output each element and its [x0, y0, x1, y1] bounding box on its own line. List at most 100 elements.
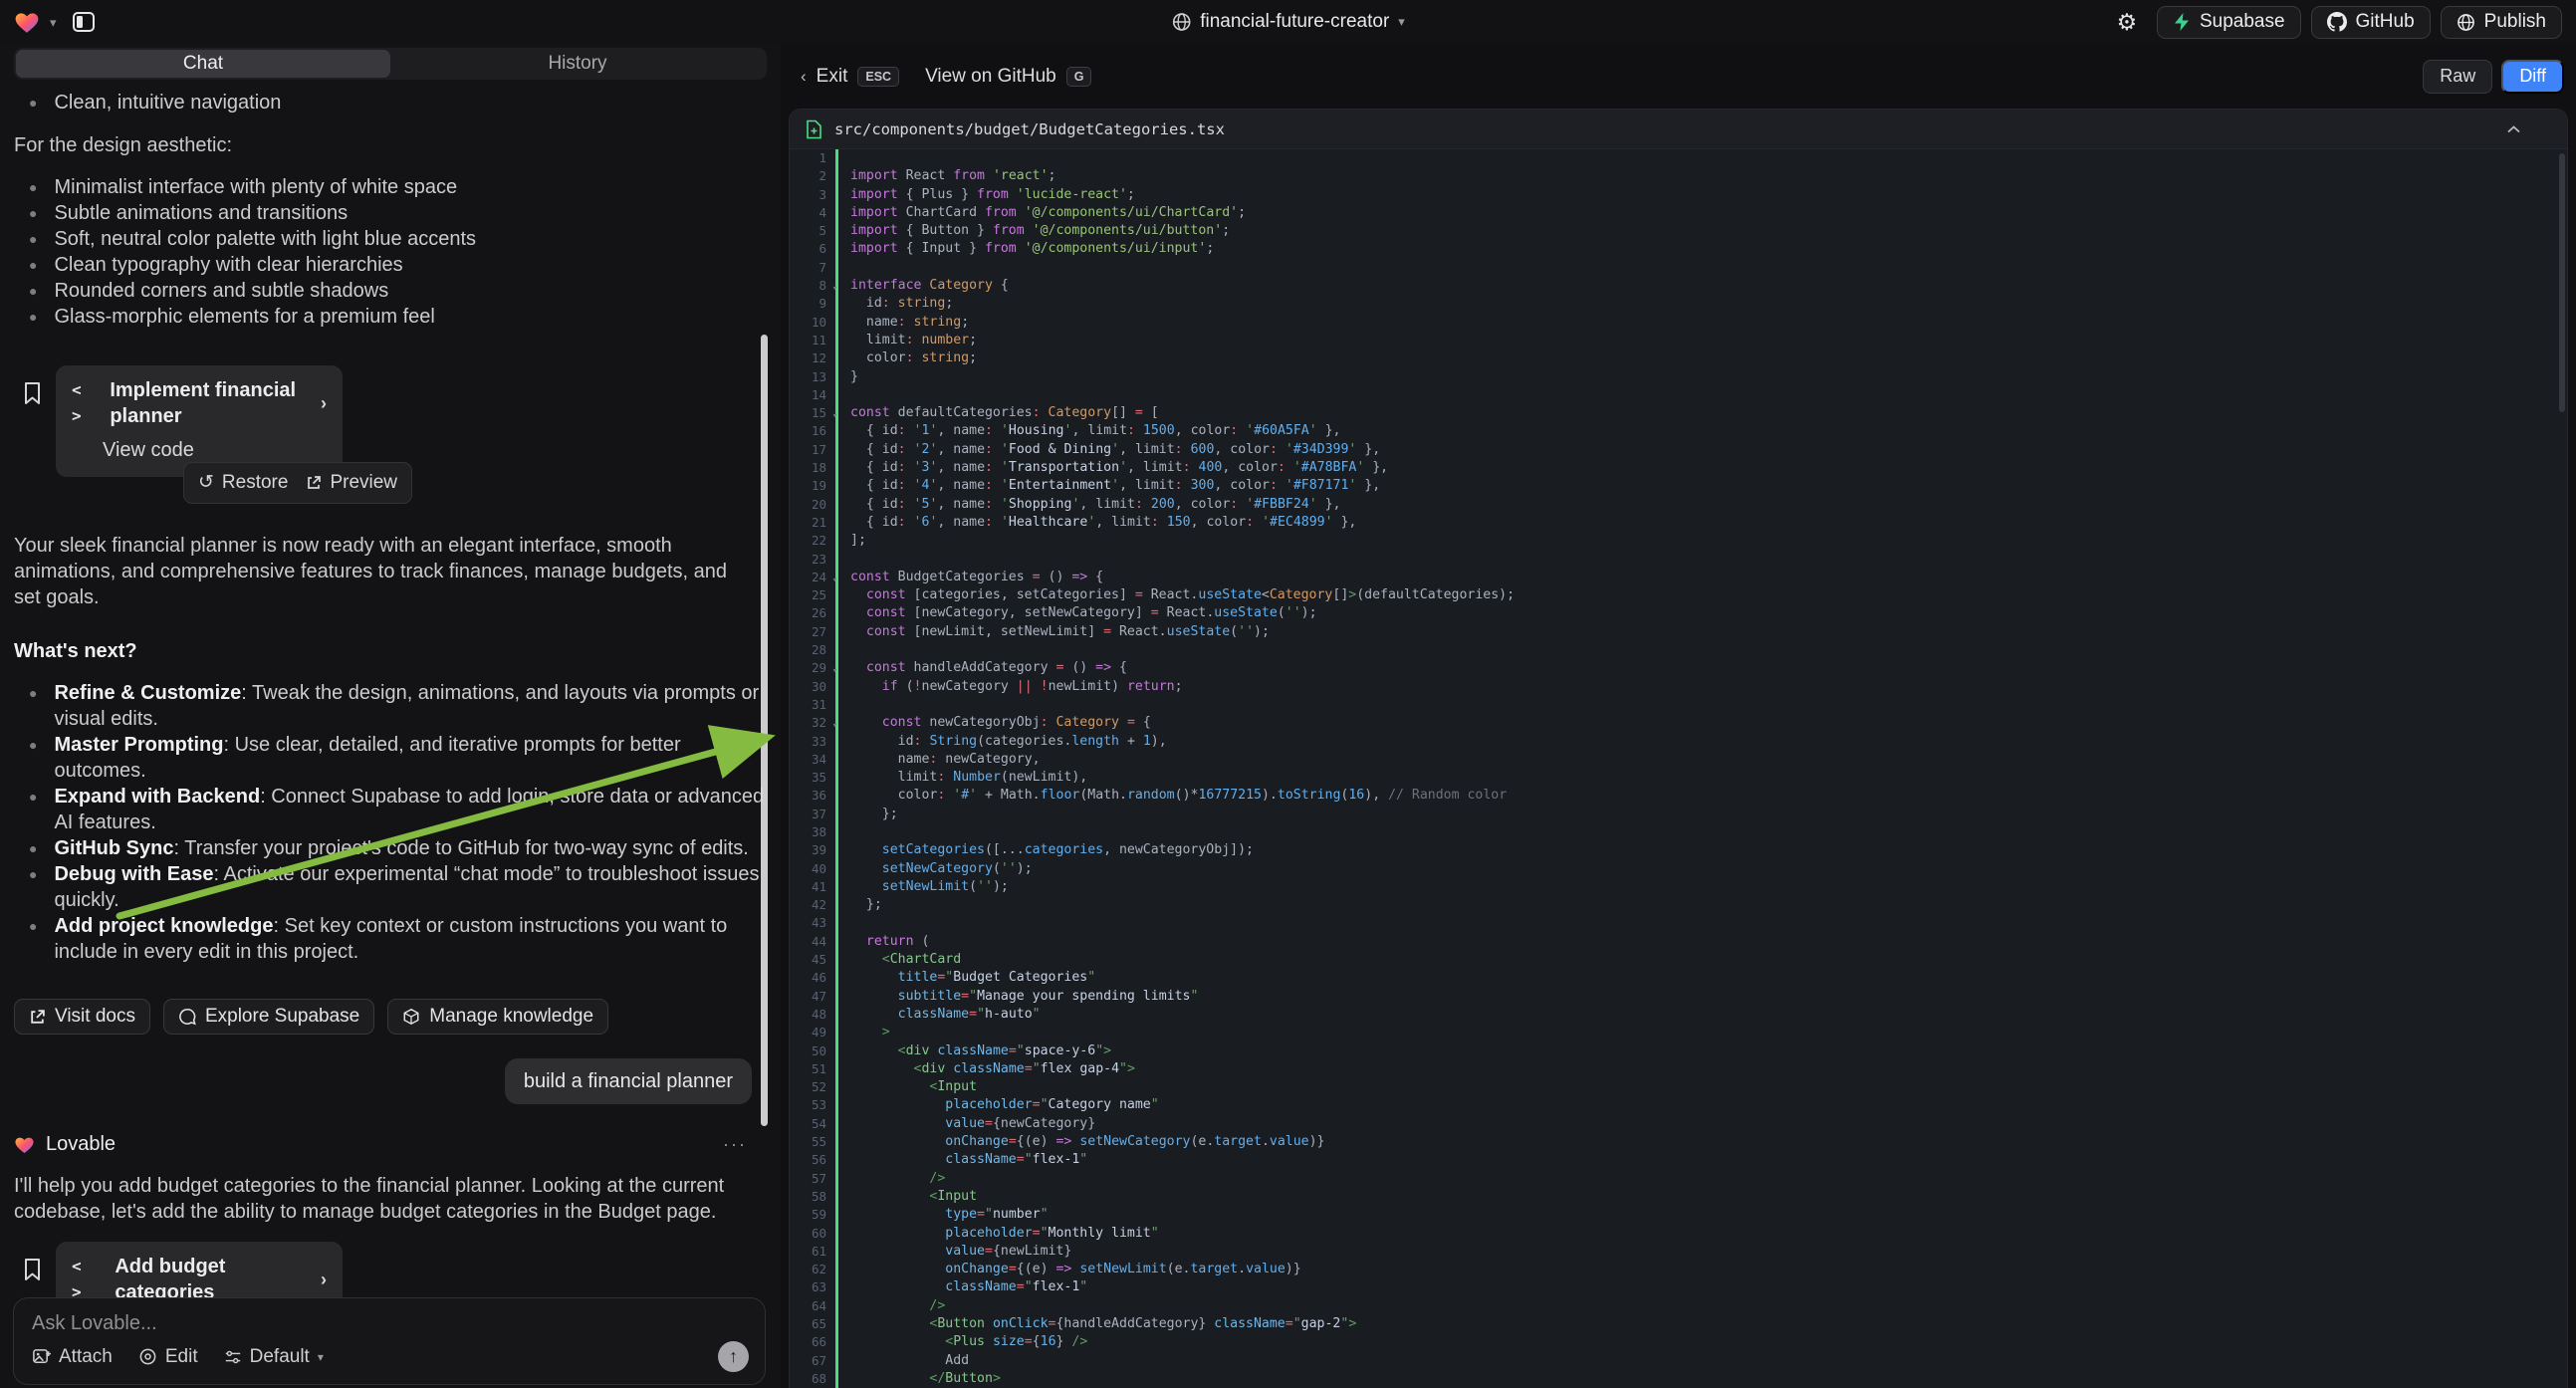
- restore-button[interactable]: ↺ Restore: [198, 470, 288, 496]
- publish-button[interactable]: Publish: [2441, 6, 2562, 39]
- code-line: };: [850, 806, 2567, 823]
- gear-icon: ⚙: [2117, 9, 2138, 36]
- line-number: 51: [790, 1060, 826, 1078]
- attach-button[interactable]: Attach: [32, 1346, 113, 1368]
- line-number: 47: [790, 988, 826, 1006]
- top-bar: ▾ financial-future-creator ▾ ⚙: [0, 0, 2576, 44]
- line-number: 52: [790, 1078, 826, 1096]
- line-number: 15▾: [790, 404, 826, 422]
- code-line: <div className="flex gap-4">: [850, 1060, 2567, 1078]
- code-line: const [categories, setCategories] = Reac…: [850, 586, 2567, 604]
- line-number: 34: [790, 751, 826, 769]
- send-button[interactable]: ↑: [718, 1341, 749, 1372]
- code-line: value={newCategory}: [850, 1115, 2567, 1133]
- code-scrollbar[interactable]: [2559, 153, 2565, 412]
- code-panel: ‹ Exit ESC View on GitHub G Raw Diff: [781, 44, 2576, 1388]
- line-number: 61: [790, 1243, 826, 1261]
- collapse-file-button[interactable]: [2506, 124, 2521, 134]
- code-line: id: String(categories.length + 1),: [850, 733, 2567, 751]
- edit-button[interactable]: Edit: [138, 1346, 198, 1368]
- lovable-heart-icon: [14, 1135, 35, 1154]
- code-line: />: [850, 1297, 2567, 1315]
- chat-composer[interactable]: Ask Lovable... Attach Edit Default ▾: [13, 1297, 766, 1385]
- lovable-logo-icon[interactable]: [14, 10, 40, 34]
- bullet-item: ●Clean, intuitive navigation: [14, 90, 765, 116]
- diff-toggle-button[interactable]: Diff: [2501, 60, 2564, 94]
- line-number: 2: [790, 167, 826, 185]
- message-menu-button[interactable]: ···: [723, 1131, 747, 1157]
- line-number: 21: [790, 514, 826, 532]
- whats-next-heading: What's next?: [14, 638, 765, 664]
- explore-supabase-button[interactable]: Explore Supabase: [163, 999, 374, 1035]
- manage-knowledge-button[interactable]: Manage knowledge: [387, 999, 608, 1035]
- code-line: type="number": [850, 1206, 2567, 1224]
- version-card-implement-financial-planner[interactable]: < > Implement financial planner › View c…: [56, 365, 343, 477]
- line-number: 1: [790, 149, 826, 167]
- code-line: className="h-auto": [850, 1006, 2567, 1024]
- line-number: 26: [790, 604, 826, 622]
- tab-chat[interactable]: Chat: [16, 50, 390, 78]
- line-number: 35: [790, 769, 826, 787]
- code-line: [850, 386, 2567, 404]
- chat-message-list[interactable]: ●Clean, intuitive navigation For the des…: [0, 80, 781, 1388]
- code-line: import ChartCard from '@/components/ui/C…: [850, 204, 2567, 222]
- sliders-icon: [224, 1348, 242, 1366]
- bullet-item: ●Refine & Customize: Tweak the design, a…: [14, 680, 765, 732]
- code-line: subtitle="Manage your spending limits": [850, 988, 2567, 1006]
- code-line: limit: Number(newLimit),: [850, 769, 2567, 787]
- tab-history[interactable]: History: [390, 50, 765, 78]
- line-number: 40: [790, 860, 826, 878]
- code-line: [850, 641, 2567, 659]
- supabase-button[interactable]: Supabase: [2157, 6, 2301, 39]
- github-button[interactable]: GitHub: [2311, 6, 2431, 39]
- visit-docs-button[interactable]: Visit docs: [14, 999, 150, 1035]
- fold-chevron-icon[interactable]: ▾: [832, 572, 837, 589]
- fold-chevron-icon[interactable]: ▾: [832, 280, 837, 298]
- code-line: ];: [850, 532, 2567, 550]
- project-switcher[interactable]: financial-future-creator ▾: [1171, 0, 1405, 44]
- line-number: 65: [790, 1315, 826, 1333]
- line-number: 48: [790, 1006, 826, 1024]
- line-number: 6: [790, 240, 826, 258]
- preview-button[interactable]: Preview: [306, 470, 397, 496]
- bookmark-icon[interactable]: [23, 1258, 42, 1281]
- assistant-name: Lovable: [46, 1131, 116, 1157]
- fold-chevron-icon[interactable]: ▾: [832, 717, 837, 735]
- composer-input[interactable]: Ask Lovable...: [32, 1312, 749, 1335]
- raw-toggle-button[interactable]: Raw: [2423, 60, 2492, 94]
- file-path-bar[interactable]: src/components/budget/BudgetCategories.t…: [790, 110, 2567, 149]
- line-number: 22: [790, 532, 826, 550]
- code-line: { id: '1', name: 'Housing', limit: 1500,…: [850, 422, 2567, 440]
- code-line: placeholder="Monthly limit": [850, 1225, 2567, 1243]
- bullet-item: ●Rounded corners and subtle shadows: [14, 278, 765, 304]
- chat-scrollbar[interactable]: [761, 335, 768, 1126]
- code-line: className="flex-1": [850, 1151, 2567, 1169]
- code-line: setNewLimit('');: [850, 878, 2567, 896]
- fold-chevron-icon[interactable]: ▾: [832, 662, 837, 680]
- panel-left-icon: [72, 11, 96, 33]
- mode-select[interactable]: Default ▾: [224, 1346, 324, 1368]
- code-line: const BudgetCategories = () => {: [850, 569, 2567, 586]
- code-line: name: newCategory,: [850, 751, 2567, 769]
- fold-chevron-icon[interactable]: ▾: [832, 407, 837, 425]
- settings-button[interactable]: ⚙: [2107, 6, 2147, 39]
- line-number: 46: [790, 969, 826, 987]
- code-line: Add: [850, 1352, 2567, 1370]
- code-line: [850, 259, 2567, 277]
- workspace-chevron-icon[interactable]: ▾: [50, 16, 57, 29]
- toggle-sidebar-button[interactable]: [67, 7, 101, 37]
- code-line: <div className="space-y-6">: [850, 1042, 2567, 1060]
- package-icon: [402, 1008, 420, 1026]
- exit-button[interactable]: ‹ Exit ESC: [801, 66, 899, 88]
- external-link-icon: [306, 475, 322, 491]
- code-line: [850, 823, 2567, 841]
- view-on-github-button[interactable]: View on GitHub G: [925, 66, 1091, 88]
- view-code-link[interactable]: View code: [103, 437, 327, 463]
- target-circle-icon: [138, 1347, 157, 1366]
- code-line: return (: [850, 933, 2567, 951]
- code-editor[interactable]: 12345678▾9101112131415▾16171819202122232…: [790, 149, 2567, 1388]
- version-card-title: Implement financial planner: [110, 377, 309, 429]
- github-icon: [2327, 12, 2347, 32]
- bookmark-icon[interactable]: [23, 381, 42, 405]
- line-number: 16: [790, 422, 826, 440]
